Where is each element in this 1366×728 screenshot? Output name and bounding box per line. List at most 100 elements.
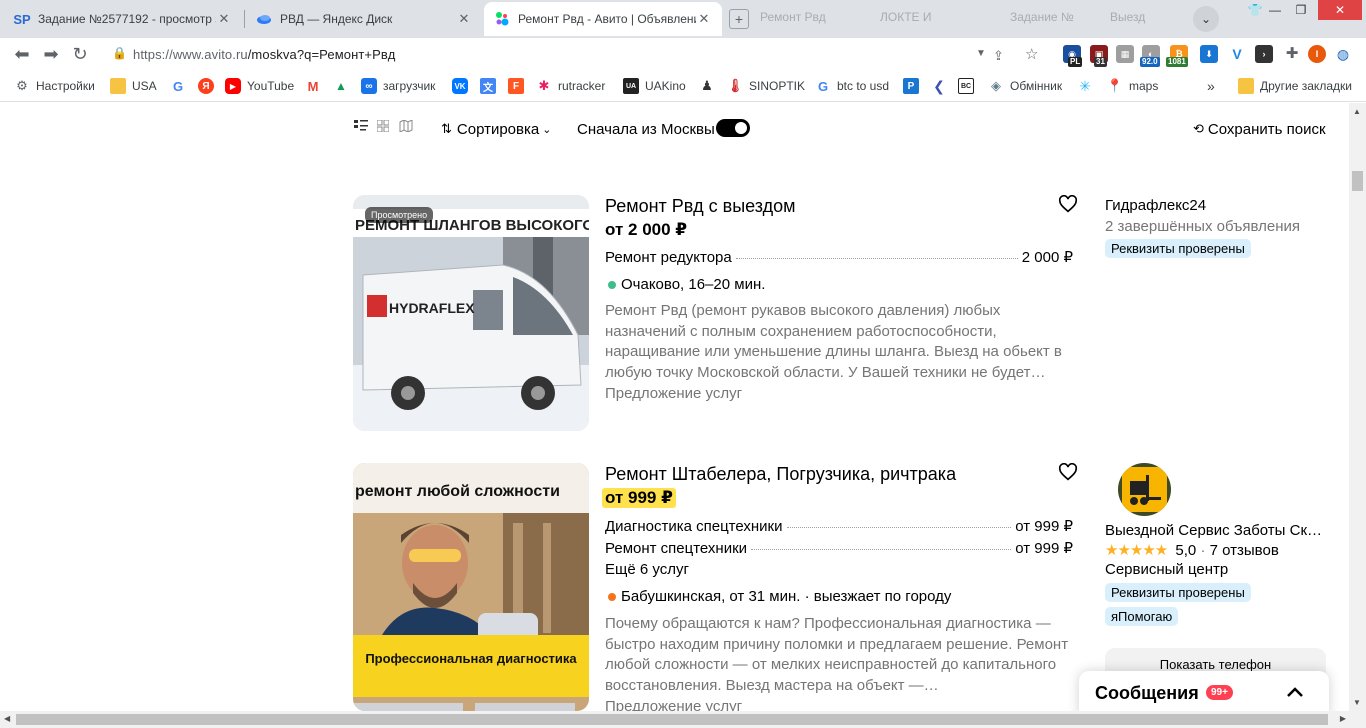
figure-icon: ♟ xyxy=(701,78,713,93)
extension-v-icon[interactable]: V xyxy=(1228,45,1246,63)
thermometer-icon: 🌡 xyxy=(726,78,744,93)
bookmark-yandex[interactable]: Я xyxy=(198,70,220,102)
messenger-widget[interactable]: Сообщения 99+ xyxy=(1079,671,1329,711)
globe-icon[interactable]: ◍ xyxy=(1334,45,1352,63)
bookmark-star-icon[interactable]: ☆ xyxy=(1025,45,1038,63)
dotted-leader xyxy=(735,258,1018,259)
bookmark-exchange[interactable]: ◈ Обмінник xyxy=(988,70,1062,102)
back-arrow-icon[interactable]: ⬅ xyxy=(11,43,33,65)
close-icon[interactable]: ✕ xyxy=(696,11,712,27)
more-services-link[interactable]: Ещё 6 услуг xyxy=(605,561,689,578)
bookmark-uakino[interactable]: UA UAKino xyxy=(623,70,686,102)
download-icon[interactable]: ⬇ xyxy=(1200,45,1218,63)
moscow-first-label: Сначала из Москвы xyxy=(577,120,715,138)
extension-badge: 1081 xyxy=(1166,57,1188,67)
map-view-icon[interactable] xyxy=(398,119,414,136)
horizontal-scrollbar[interactable]: ◀ ▶ xyxy=(0,711,1366,728)
forklift-icon xyxy=(1118,463,1171,516)
close-icon[interactable]: ✕ xyxy=(456,11,472,27)
save-search-button[interactable]: ⟲ Сохранить поиск xyxy=(1193,117,1326,141)
lock-icon: 🔒 xyxy=(112,46,127,60)
bookmark-settings[interactable]: ⚙ Настройки xyxy=(14,70,95,102)
seller-block: Гидрафлекс24 2 завершённых объявления Ре… xyxy=(1105,197,1330,258)
profile-avatar[interactable]: I xyxy=(1308,45,1326,63)
close-icon[interactable]: ✕ xyxy=(216,11,232,27)
avito-icon xyxy=(494,11,510,27)
url-text[interactable]: https://www.avito.ru/moskva?q=Ремонт+Рвд xyxy=(133,47,395,62)
extension-badge: PL xyxy=(1068,57,1083,67)
listing-title-link[interactable]: Ремонт Штабелера, Погрузчика, ричтрака xyxy=(605,464,956,485)
bookmark-btc[interactable]: Gbtc to usd xyxy=(815,70,889,102)
vertical-scrollbar[interactable]: ▲ ▼ xyxy=(1349,103,1366,711)
grid-view-icon[interactable] xyxy=(375,119,391,136)
reload-icon[interactable]: ↻ xyxy=(69,43,91,65)
bookmark-f[interactable]: F xyxy=(508,70,530,102)
bookmark-youtube[interactable]: ▶ YouTube xyxy=(225,70,294,102)
bookmark-folder-usa[interactable]: USA xyxy=(110,70,157,102)
scrollbar-thumb[interactable] xyxy=(1352,171,1363,191)
bookmark-sinoptik[interactable]: 🌡 SINOPTIK xyxy=(727,70,805,102)
ghost-tab: Выезд xyxy=(1110,10,1146,24)
listing-price: от 2 000 ₽ xyxy=(605,220,688,239)
yandex-disk-icon xyxy=(256,11,272,27)
forward-arrow-icon[interactable]: ➡ xyxy=(40,43,62,65)
bookmark-maps[interactable]: 📍 maps xyxy=(1107,70,1158,102)
scroll-left-arrow-icon[interactable]: ◀ xyxy=(4,714,10,723)
listing-card[interactable]: HYDRAFLEX РЕМОНТ ШЛАНГОВ ВЫСОКОГО ДАВЛ П… xyxy=(353,194,1333,435)
share-icon[interactable]: ⇪ xyxy=(993,48,1004,64)
bookmark-star[interactable]: ✳ xyxy=(1077,70,1099,102)
scroll-down-arrow-icon[interactable]: ▼ xyxy=(1353,698,1361,707)
bookmark-vk[interactable]: VK xyxy=(452,70,474,102)
bc-icon: BC xyxy=(958,78,974,94)
tab-yandex-disk[interactable]: РВД — Яндекс Диск ✕ xyxy=(246,2,482,36)
scroll-up-arrow-icon[interactable]: ▲ xyxy=(1353,107,1361,116)
heart-icon[interactable] xyxy=(1058,194,1080,217)
seller-ads-count[interactable]: 2 завершённых объявления xyxy=(1105,218,1330,235)
bookmark-gmail[interactable]: M xyxy=(305,70,327,102)
dotted-leader xyxy=(751,549,1012,550)
tab-avito[interactable]: Ремонт Рвд - Авито | Объявления ✕ xyxy=(484,2,722,36)
scrollbar-thumb[interactable] xyxy=(16,714,1328,725)
seller-name-link[interactable]: Гидрафлекс24 xyxy=(1105,197,1330,214)
maximize-button[interactable]: ❐ xyxy=(1284,0,1318,20)
puzzle-icon[interactable]: ✚ xyxy=(1283,45,1301,63)
seller-name-link[interactable]: Выездной Сервис Заботы Ск… xyxy=(1105,522,1330,539)
list-view-icon[interactable] xyxy=(353,120,369,136)
bookmark-other[interactable]: Другие закладки xyxy=(1238,70,1352,102)
moscow-first-toggle[interactable] xyxy=(716,119,750,137)
bookmark-translate[interactable]: 文 xyxy=(480,70,502,102)
listing-title-link[interactable]: Ремонт Рвд с выездом xyxy=(605,196,796,217)
tab-search-button[interactable]: ⌄ xyxy=(1193,6,1219,32)
window-close-button[interactable]: ✕ xyxy=(1318,0,1362,20)
address-bar[interactable]: 🔒 https://www.avito.ru/moskva?q=Ремонт+Р… xyxy=(100,41,1150,67)
listing-photo[interactable]: HYDRAFLEX РЕМОНТ ШЛАНГОВ ВЫСОКОГО ДАВЛ П… xyxy=(353,195,589,431)
unread-count-badge: 99+ xyxy=(1206,685,1233,700)
bookmark-p[interactable]: P xyxy=(903,70,925,102)
tab-task[interactable]: SP Задание №2577192 - просмотр з ✕ xyxy=(4,2,242,36)
service-row: Диагностика спецтехники от 999 ₽ xyxy=(605,518,1073,535)
seller-avatar[interactable] xyxy=(1118,463,1171,516)
sort-dropdown[interactable]: ⇅ Сортировка ⌄ xyxy=(441,117,551,141)
extension-terminal-icon[interactable]: › xyxy=(1255,45,1273,63)
new-tab-button[interactable]: + xyxy=(729,9,749,29)
bookmark-bc[interactable]: BC xyxy=(958,70,980,102)
diamond-icon: ◈ xyxy=(991,78,1001,93)
bookmark-arrow[interactable]: ❮ xyxy=(931,70,953,102)
heart-icon[interactable] xyxy=(1058,462,1080,485)
dropdown-icon[interactable]: ▼ xyxy=(976,48,986,59)
seen-badge: Просмотрено xyxy=(365,207,434,223)
bookmarks-overflow-button[interactable]: » xyxy=(1207,70,1215,102)
chevron-up-icon[interactable] xyxy=(1283,681,1307,705)
scroll-right-arrow-icon[interactable]: ▶ xyxy=(1340,714,1346,723)
star-burst-icon: ✳ xyxy=(1079,77,1091,94)
bookmark-figure[interactable]: ♟ xyxy=(699,70,721,102)
seller-rating[interactable]: ★★★★★ 5,0 · 7 отзывов xyxy=(1105,541,1330,559)
bookmark-google[interactable]: G xyxy=(170,70,192,102)
bookmark-drive[interactable]: ▲ xyxy=(333,70,355,102)
seller-type: Сервисный центр xyxy=(1105,561,1229,578)
extension-box-icon[interactable]: ▦ xyxy=(1116,45,1134,63)
tab-title: РВД — Яндекс Диск xyxy=(280,12,393,26)
listing-photo[interactable]: ремонт любой сложности Профессиональная … xyxy=(353,463,589,711)
bookmark-loader[interactable]: ∞ загрузчик xyxy=(361,70,435,102)
bookmark-rutracker[interactable]: ✱ rutracker xyxy=(536,70,606,102)
